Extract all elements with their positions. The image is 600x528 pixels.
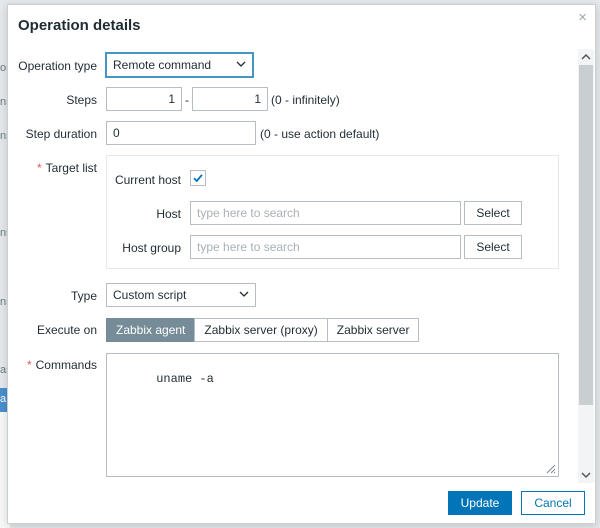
- execute-on-label: Execute on: [36, 323, 97, 337]
- required-mark: *: [36, 161, 42, 175]
- commands-textarea[interactable]: uname -a: [106, 353, 559, 477]
- dialog-content: Operation type Remote command Steps - (0…: [8, 5, 578, 485]
- type-select[interactable]: Custom script: [106, 283, 256, 307]
- step-duration-label: Step duration: [25, 127, 97, 141]
- host-group-select-button[interactable]: Select: [464, 235, 522, 259]
- execute-on-zabbix-server-proxy[interactable]: Zabbix server (proxy): [194, 318, 328, 342]
- execute-on-zabbix-server[interactable]: Zabbix server: [326, 318, 420, 342]
- host-select-button[interactable]: Select: [464, 201, 522, 225]
- host-group-label: Host group: [122, 241, 181, 255]
- target-list-box: Current host Host Select Host group Sele…: [106, 155, 559, 269]
- execute-on-segmented-control: Zabbix agent Zabbix server (proxy) Zabbi…: [106, 318, 420, 342]
- update-button[interactable]: Update: [448, 491, 512, 515]
- type-value: Custom script: [113, 288, 187, 302]
- scroll-up-icon[interactable]: [581, 53, 591, 61]
- operation-type-select[interactable]: Remote command: [106, 53, 253, 77]
- step-duration-input[interactable]: [106, 121, 256, 145]
- target-list-label: * Target list: [8, 161, 97, 175]
- scroll-down-icon[interactable]: [581, 471, 591, 479]
- execute-on-zabbix-agent[interactable]: Zabbix agent: [106, 318, 196, 342]
- chevron-down-icon: [239, 291, 249, 297]
- operation-details-dialog: Operation details × Operation type Remot…: [7, 4, 596, 524]
- host-label: Host: [156, 207, 181, 221]
- commands-label: * Commands: [8, 358, 97, 372]
- operation-type-label: Operation type: [18, 59, 97, 73]
- current-host-label: Current host: [114, 173, 181, 187]
- required-mark: *: [26, 358, 32, 372]
- commands-label-text: Commands: [35, 358, 97, 372]
- steps-hint: (0 - infinitely): [271, 93, 340, 107]
- checkmark-icon: [193, 174, 203, 183]
- host-search-input[interactable]: [190, 201, 461, 225]
- close-icon[interactable]: ×: [578, 9, 587, 26]
- background-button: a: [0, 388, 7, 412]
- step-duration-hint: (0 - use action default): [260, 127, 380, 141]
- resize-handle-icon[interactable]: [544, 462, 556, 474]
- host-group-search-input[interactable]: [190, 235, 461, 259]
- current-host-checkbox[interactable]: [190, 170, 206, 186]
- dialog-scrollbar[interactable]: [578, 49, 594, 483]
- commands-value: uname -a: [156, 372, 214, 386]
- steps-to-input[interactable]: [192, 87, 268, 111]
- steps-label: Steps: [66, 93, 97, 107]
- steps-from-input[interactable]: [106, 87, 182, 111]
- scrollbar-thumb[interactable]: [579, 65, 593, 405]
- type-label: Type: [70, 289, 97, 303]
- background-text: a: [0, 393, 7, 405]
- operation-type-value: Remote command: [113, 58, 212, 72]
- target-list-label-text: Target list: [45, 161, 97, 175]
- chevron-down-icon: [236, 61, 246, 67]
- steps-separator: -: [185, 93, 189, 107]
- cancel-button[interactable]: Cancel: [521, 491, 585, 515]
